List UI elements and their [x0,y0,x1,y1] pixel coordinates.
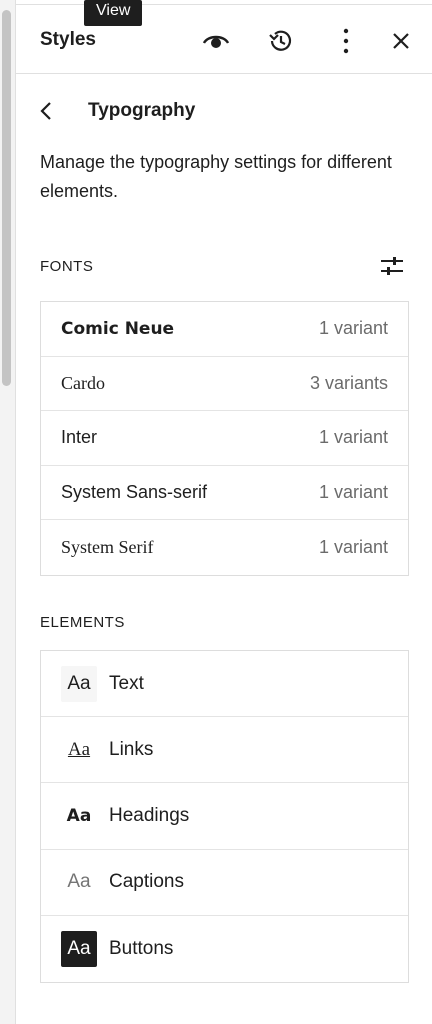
view-tooltip: View [84,0,143,26]
font-settings-button[interactable] [376,252,408,280]
fonts-heading: FONTS [40,258,94,275]
sliders-icon [381,257,403,275]
close-button[interactable] [385,25,417,57]
back-button[interactable] [40,96,74,126]
element-item-buttons[interactable]: Aa Buttons [41,916,408,982]
history-icon [269,30,292,51]
element-label: Links [109,738,154,760]
font-item-system-sans-serif[interactable]: System Sans-serif 1 variant [41,466,408,521]
headings-preview: Aa [66,805,92,826]
font-item-cardo[interactable]: Cardo 3 variants [41,357,408,412]
styles-panel: Styles View Typography Manage the typogr… [16,0,432,1024]
scrollbar-track[interactable] [0,0,16,1024]
navigator-title: Typography [88,100,196,121]
panel-title: Styles [40,29,96,50]
chevron-left-icon [40,102,51,120]
elements-heading: ELEMENTS [40,614,125,631]
more-vertical-icon [343,28,349,54]
font-variant-count: 1 variant [318,537,388,558]
element-item-headings[interactable]: Aa Headings [41,783,408,850]
navigator-row: Typography [40,96,195,126]
font-item-comic-neue[interactable]: Comic Neue 1 variant [41,302,408,357]
font-variant-count: 1 variant [318,427,388,448]
eye-icon [202,35,230,48]
panel-header: Styles [16,4,432,74]
font-variant-count: 1 variant [318,482,388,503]
font-name: System Serif [61,537,154,558]
font-name: Cardo [61,372,105,393]
captions-preview: Aa [67,871,91,893]
font-item-system-serif[interactable]: System Serif 1 variant [41,520,408,575]
close-icon [393,33,409,49]
font-name: Comic Neue [61,318,175,339]
font-name: System Sans-serif [61,482,208,503]
element-item-links[interactable]: Aa Links [41,717,408,784]
element-label: Headings [109,804,190,826]
element-label: Buttons [109,937,174,959]
links-preview: Aa [67,738,91,760]
text-preview: Aa [61,665,97,702]
scrollbar-thumb[interactable] [2,10,11,386]
font-item-inter[interactable]: Inter 1 variant [41,411,408,466]
elements-list: Aa Text Aa Links Aa Headings Aa Captions… [40,650,409,983]
element-label: Captions [109,871,184,893]
view-button[interactable] [200,25,232,57]
element-label: Text [109,672,144,694]
typography-description: Manage the typography settings for diffe… [40,152,392,201]
font-variant-count: 3 variants [309,372,388,393]
buttons-preview: Aa [61,930,97,967]
font-name: Inter [61,427,98,448]
element-item-text[interactable]: Aa Text [41,651,408,718]
font-variant-count: 1 variant [318,318,388,339]
revisions-button[interactable] [265,25,297,57]
fonts-list: Comic Neue 1 variant Cardo 3 variants In… [40,301,409,576]
element-item-captions[interactable]: Aa Captions [41,850,408,916]
more-options-button[interactable] [330,25,362,57]
